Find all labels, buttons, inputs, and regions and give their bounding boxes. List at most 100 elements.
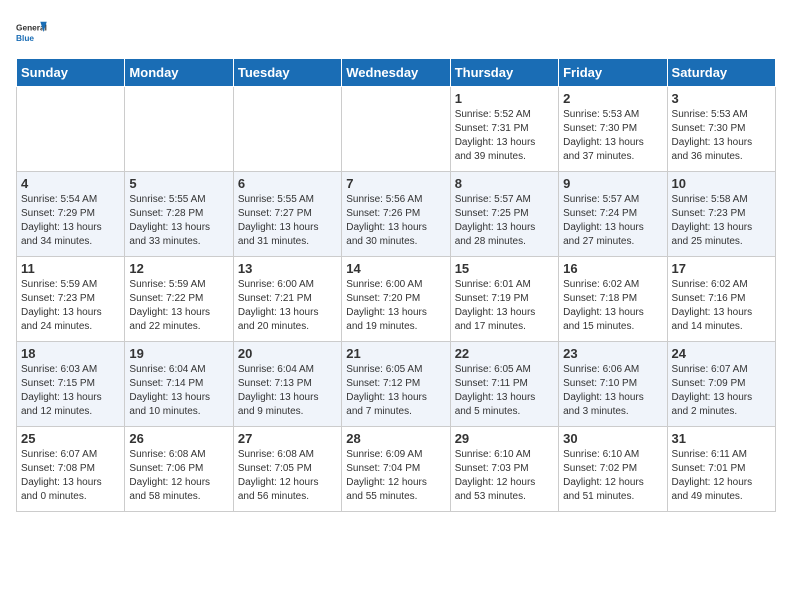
calendar-week-row: 25Sunrise: 6:07 AM Sunset: 7:08 PM Dayli… [17, 427, 776, 512]
calendar-cell: 18 Sunrise: 6:03 AM Sunset: 7:15 PM Dayli… [17, 342, 125, 427]
calendar-cell: 25Sunrise: 6:07 AM Sunset: 7:08 PM Dayli… [17, 427, 125, 512]
calendar-cell: 15 Sunrise: 6:01 AM Sunset: 7:19 PM Dayli… [450, 257, 558, 342]
calendar-cell: 1 Sunrise: 5:52 AM Sunset: 7:31 PM Daylig… [450, 87, 558, 172]
day-number: 22 [455, 346, 554, 361]
day-number: 18 [21, 346, 120, 361]
day-info: Sunrise: 6:05 AM Sunset: 7:12 PM Dayligh… [346, 363, 445, 419]
day-info: Sunrise: 5:53 AM Sunset: 7:30 PM Dayligh… [672, 108, 771, 164]
calendar-cell: 29 Sunrise: 6:10 AM Sunset: 7:03 PM Dayli… [450, 427, 558, 512]
weekday-header-saturday: Saturday [667, 59, 775, 87]
calendar-week-row: 11 Sunrise: 5:59 AM Sunset: 7:23 PM Dayli… [17, 257, 776, 342]
calendar-cell: 30 Sunrise: 6:10 AM Sunset: 7:02 PM Dayli… [559, 427, 667, 512]
day-number: 3 [672, 91, 771, 106]
calendar-cell: 4 Sunrise: 5:54 AM Sunset: 7:29 PM Daylig… [17, 172, 125, 257]
day-number: 1 [455, 91, 554, 106]
calendar-cell: 27 Sunrise: 6:08 AM Sunset: 7:05 PM Dayli… [233, 427, 341, 512]
day-number: 16 [563, 261, 662, 276]
day-number: 24 [672, 346, 771, 361]
calendar-cell: 31 Sunrise: 6:11 AM Sunset: 7:01 PM Dayli… [667, 427, 775, 512]
calendar-cell: 22 Sunrise: 6:05 AM Sunset: 7:11 PM Dayli… [450, 342, 558, 427]
calendar-cell: 8 Sunrise: 5:57 AM Sunset: 7:25 PM Daylig… [450, 172, 558, 257]
weekday-header-sunday: Sunday [17, 59, 125, 87]
day-number: 17 [672, 261, 771, 276]
day-info: Sunrise: 5:57 AM Sunset: 7:24 PM Dayligh… [563, 193, 662, 249]
day-number: 13 [238, 261, 337, 276]
weekday-header-row: SundayMondayTuesdayWednesdayThursdayFrid… [17, 59, 776, 87]
calendar-cell: 17 Sunrise: 6:02 AM Sunset: 7:16 PM Dayli… [667, 257, 775, 342]
day-number: 27 [238, 431, 337, 446]
day-number: 9 [563, 176, 662, 191]
day-info: Sunrise: 6:10 AM Sunset: 7:02 PM Dayligh… [563, 448, 662, 504]
calendar-cell: 2Sunrise: 5:53 AM Sunset: 7:30 PM Daylig… [559, 87, 667, 172]
day-info: Sunrise: 6:08 AM Sunset: 7:06 PM Dayligh… [129, 448, 228, 504]
calendar-cell [233, 87, 341, 172]
day-info: Sunrise: 6:00 AM Sunset: 7:21 PM Dayligh… [238, 278, 337, 334]
day-info: Sunrise: 6:06 AM Sunset: 7:10 PM Dayligh… [563, 363, 662, 419]
day-info: Sunrise: 5:56 AM Sunset: 7:26 PM Dayligh… [346, 193, 445, 249]
calendar-cell: 13 Sunrise: 6:00 AM Sunset: 7:21 PM Dayli… [233, 257, 341, 342]
day-number: 8 [455, 176, 554, 191]
day-number: 10 [672, 176, 771, 191]
calendar-cell: 6Sunrise: 5:55 AM Sunset: 7:27 PM Daylig… [233, 172, 341, 257]
day-info: Sunrise: 5:53 AM Sunset: 7:30 PM Dayligh… [563, 108, 662, 164]
day-info: Sunrise: 6:02 AM Sunset: 7:16 PM Dayligh… [672, 278, 771, 334]
day-info: Sunrise: 5:55 AM Sunset: 7:28 PM Dayligh… [129, 193, 228, 249]
day-info: Sunrise: 6:08 AM Sunset: 7:05 PM Dayligh… [238, 448, 337, 504]
day-number: 30 [563, 431, 662, 446]
day-info: Sunrise: 5:59 AM Sunset: 7:23 PM Dayligh… [21, 278, 120, 334]
calendar-week-row: 18 Sunrise: 6:03 AM Sunset: 7:15 PM Dayli… [17, 342, 776, 427]
day-info: Sunrise: 5:57 AM Sunset: 7:25 PM Dayligh… [455, 193, 554, 249]
svg-text:Blue: Blue [16, 33, 34, 43]
page-header: GeneralBlue [16, 16, 776, 48]
calendar-cell: 7Sunrise: 5:56 AM Sunset: 7:26 PM Daylig… [342, 172, 450, 257]
day-number: 20 [238, 346, 337, 361]
day-number: 31 [672, 431, 771, 446]
calendar-cell [17, 87, 125, 172]
day-info: Sunrise: 5:54 AM Sunset: 7:29 PM Dayligh… [21, 193, 120, 249]
calendar-cell: 23Sunrise: 6:06 AM Sunset: 7:10 PM Dayli… [559, 342, 667, 427]
logo-icon: GeneralBlue [16, 16, 48, 48]
calendar-cell [342, 87, 450, 172]
day-info: Sunrise: 5:55 AM Sunset: 7:27 PM Dayligh… [238, 193, 337, 249]
day-number: 4 [21, 176, 120, 191]
calendar-cell [125, 87, 233, 172]
calendar-cell: 14 Sunrise: 6:00 AM Sunset: 7:20 PM Dayli… [342, 257, 450, 342]
calendar-cell: 16 Sunrise: 6:02 AM Sunset: 7:18 PM Dayli… [559, 257, 667, 342]
day-number: 25 [21, 431, 120, 446]
day-info: Sunrise: 6:07 AM Sunset: 7:09 PM Dayligh… [672, 363, 771, 419]
calendar-cell: 10 Sunrise: 5:58 AM Sunset: 7:23 PM Dayli… [667, 172, 775, 257]
calendar-week-row: 4 Sunrise: 5:54 AM Sunset: 7:29 PM Daylig… [17, 172, 776, 257]
day-number: 21 [346, 346, 445, 361]
calendar-cell: 12 Sunrise: 5:59 AM Sunset: 7:22 PM Dayli… [125, 257, 233, 342]
day-info: Sunrise: 6:03 AM Sunset: 7:15 PM Dayligh… [21, 363, 120, 419]
weekday-header-friday: Friday [559, 59, 667, 87]
calendar-cell: 11 Sunrise: 5:59 AM Sunset: 7:23 PM Dayli… [17, 257, 125, 342]
calendar-cell: 26Sunrise: 6:08 AM Sunset: 7:06 PM Dayli… [125, 427, 233, 512]
calendar-cell: 20 Sunrise: 6:04 AM Sunset: 7:13 PM Dayli… [233, 342, 341, 427]
calendar-cell: 9 Sunrise: 5:57 AM Sunset: 7:24 PM Daylig… [559, 172, 667, 257]
day-info: Sunrise: 5:59 AM Sunset: 7:22 PM Dayligh… [129, 278, 228, 334]
calendar-cell: 21 Sunrise: 6:05 AM Sunset: 7:12 PM Dayli… [342, 342, 450, 427]
day-info: Sunrise: 5:52 AM Sunset: 7:31 PM Dayligh… [455, 108, 554, 164]
day-info: Sunrise: 6:04 AM Sunset: 7:13 PM Dayligh… [238, 363, 337, 419]
day-info: Sunrise: 6:11 AM Sunset: 7:01 PM Dayligh… [672, 448, 771, 504]
weekday-header-thursday: Thursday [450, 59, 558, 87]
day-info: Sunrise: 6:02 AM Sunset: 7:18 PM Dayligh… [563, 278, 662, 334]
day-info: Sunrise: 5:58 AM Sunset: 7:23 PM Dayligh… [672, 193, 771, 249]
day-number: 14 [346, 261, 445, 276]
day-info: Sunrise: 6:04 AM Sunset: 7:14 PM Dayligh… [129, 363, 228, 419]
day-number: 5 [129, 176, 228, 191]
weekday-header-tuesday: Tuesday [233, 59, 341, 87]
day-info: Sunrise: 6:00 AM Sunset: 7:20 PM Dayligh… [346, 278, 445, 334]
calendar-cell: 19Sunrise: 6:04 AM Sunset: 7:14 PM Dayli… [125, 342, 233, 427]
day-info: Sunrise: 6:05 AM Sunset: 7:11 PM Dayligh… [455, 363, 554, 419]
day-info: Sunrise: 6:10 AM Sunset: 7:03 PM Dayligh… [455, 448, 554, 504]
day-number: 15 [455, 261, 554, 276]
day-info: Sunrise: 6:01 AM Sunset: 7:19 PM Dayligh… [455, 278, 554, 334]
day-number: 11 [21, 261, 120, 276]
day-number: 12 [129, 261, 228, 276]
calendar-week-row: 1 Sunrise: 5:52 AM Sunset: 7:31 PM Daylig… [17, 87, 776, 172]
weekday-header-wednesday: Wednesday [342, 59, 450, 87]
calendar-table: SundayMondayTuesdayWednesdayThursdayFrid… [16, 58, 776, 512]
day-number: 29 [455, 431, 554, 446]
